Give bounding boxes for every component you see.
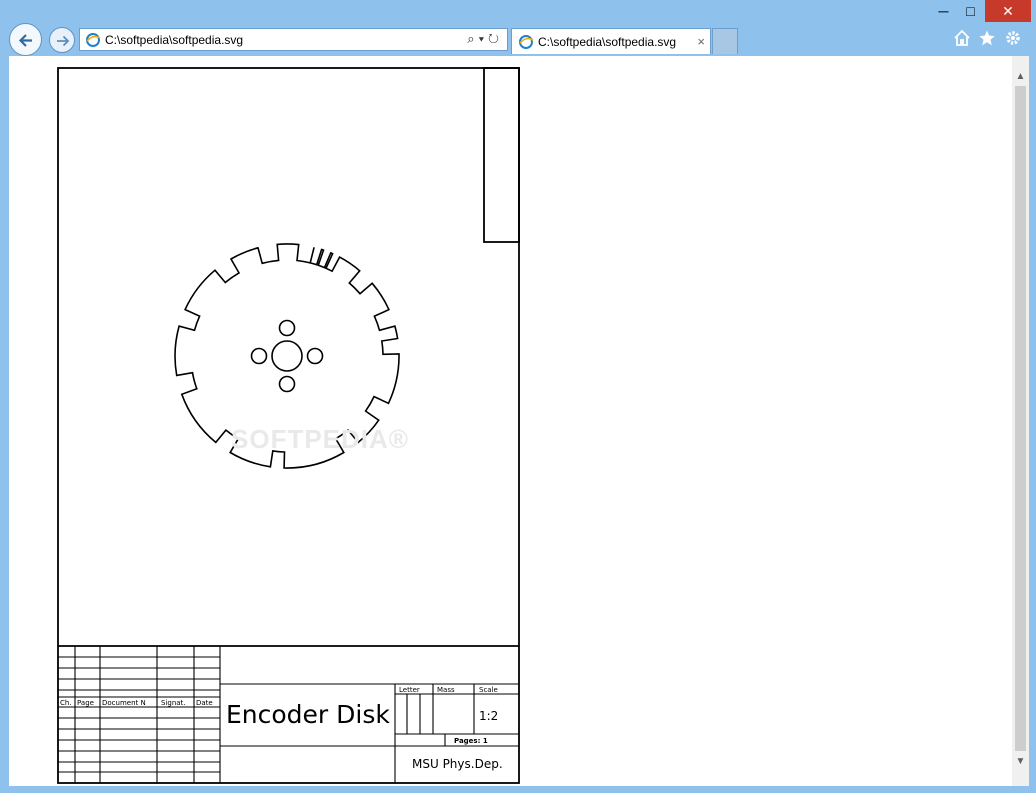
mount-hole-bottom [278, 375, 296, 393]
address-bar[interactable]: C:\softpedia\softpedia.svg ⌕▾↻ [79, 28, 508, 51]
minimize-button[interactable]: ─ [931, 0, 956, 22]
scroll-down-icon[interactable]: ▼ [1012, 753, 1029, 770]
pages-label: Pages: 1 [454, 737, 488, 745]
letter-label: Letter [399, 686, 420, 694]
scroll-thumb[interactable] [1015, 86, 1026, 751]
forward-button[interactable] [49, 27, 75, 53]
page-content: Encoder Disk MSU Phys.Dep. 1:2 Scale Let… [9, 56, 1012, 786]
rev-col-date: Date [196, 699, 213, 707]
new-tab-button[interactable] [712, 28, 738, 54]
scale-label: Scale [479, 686, 498, 694]
org-label: MSU Phys.Dep. [412, 757, 503, 771]
tab-title: C:\softpedia\softpedia.svg [538, 35, 677, 49]
browser-chrome: C:\softpedia\softpedia.svg ⌕▾↻ C:\softpe… [0, 0, 1036, 56]
center-hole [271, 340, 303, 372]
arrow-right-icon [57, 35, 70, 47]
address-tools[interactable]: ⌕▾↻ [467, 31, 503, 47]
arrow-left-icon [18, 34, 32, 47]
drawing-title: Encoder Disk [226, 700, 390, 729]
corner-stamp [483, 67, 520, 243]
address-text[interactable]: C:\softpedia\softpedia.svg [105, 33, 243, 47]
watermark: SOFTPEDIA® [231, 424, 409, 454]
mount-hole-left [250, 347, 268, 365]
rev-col-signat: Signat. [161, 699, 186, 707]
favorites-icon[interactable] [978, 29, 996, 47]
settings-icon[interactable] [1004, 29, 1022, 47]
scale-value: 1:2 [479, 709, 498, 723]
mass-label: Mass [437, 686, 455, 694]
mount-hole-right [306, 347, 324, 365]
rev-col-ch: Ch. [60, 699, 72, 707]
scroll-up-icon[interactable]: ▲ [1012, 68, 1029, 85]
rev-col-document: Document N [102, 699, 146, 707]
ie-icon [519, 35, 534, 49]
mount-hole-top [278, 319, 296, 337]
vertical-scrollbar[interactable]: ▲ ▼ [1012, 56, 1029, 786]
ie-icon [86, 33, 101, 47]
home-icon[interactable] [953, 29, 971, 47]
back-button[interactable] [9, 23, 42, 56]
rev-col-page: Page [77, 699, 94, 707]
svg-drawing: Encoder Disk MSU Phys.Dep. 1:2 Scale Let… [57, 67, 520, 784]
tab-active[interactable]: C:\softpedia\softpedia.svg × [511, 28, 711, 54]
tab-close-icon[interactable]: × [697, 34, 705, 49]
close-window-button[interactable]: ✕ [985, 0, 1031, 22]
maximize-button[interactable]: □ [958, 0, 983, 22]
